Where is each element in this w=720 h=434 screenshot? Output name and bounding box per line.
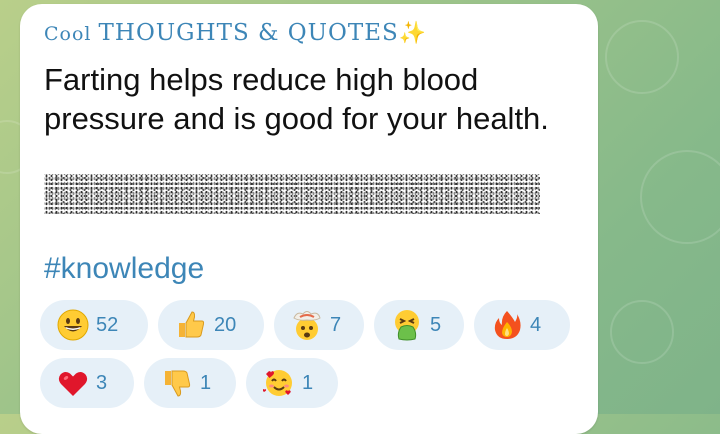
- red-heart-icon: [56, 366, 90, 400]
- exploding-head-icon: [290, 308, 324, 342]
- reaction-exploding-head[interactable]: 7: [274, 300, 364, 350]
- grinning-face-icon: [56, 308, 90, 342]
- reaction-grinning-face[interactable]: 52: [40, 300, 148, 350]
- thumbs-up-icon: [174, 308, 208, 342]
- reaction-count: 20: [214, 313, 237, 336]
- smiling-face-with-hearts-icon: [262, 366, 296, 400]
- hashtag-link[interactable]: #knowledge: [44, 252, 204, 286]
- reaction-vomiting-face[interactable]: 5: [374, 300, 464, 350]
- sparkles-icon: ✨: [398, 21, 428, 46]
- background-doodle: [610, 300, 674, 364]
- reaction-count: 3: [96, 371, 108, 394]
- spoiler-text[interactable]: [44, 174, 540, 214]
- reaction-count: 7: [330, 313, 342, 336]
- message-text: Farting helps reduce high blood pressure…: [44, 62, 549, 136]
- reaction-fire[interactable]: 4: [474, 300, 570, 350]
- reaction-thumbs-up[interactable]: 20: [158, 300, 264, 350]
- channel-name-main: THOUGHTS & QUOTES: [98, 20, 399, 46]
- reaction-count: 1: [200, 371, 212, 394]
- fire-icon: [490, 308, 524, 342]
- reaction-smiling-face-with-hearts[interactable]: 1: [246, 358, 338, 408]
- reaction-count: 52: [96, 313, 119, 336]
- background-doodle: [605, 20, 679, 94]
- thumbs-down-icon: [160, 366, 194, 400]
- background-doodle: [640, 150, 720, 244]
- reaction-count: 1: [302, 371, 314, 394]
- reaction-thumbs-down[interactable]: 1: [144, 358, 236, 408]
- reaction-red-heart[interactable]: 3: [40, 358, 134, 408]
- reaction-count: 4: [530, 313, 542, 336]
- channel-name-prefix: Cool: [44, 23, 99, 45]
- channel-name[interactable]: Cool THOUGHTS & QUOTES✨: [44, 20, 427, 46]
- reaction-count: 5: [430, 313, 442, 336]
- vomiting-face-icon: [390, 308, 424, 342]
